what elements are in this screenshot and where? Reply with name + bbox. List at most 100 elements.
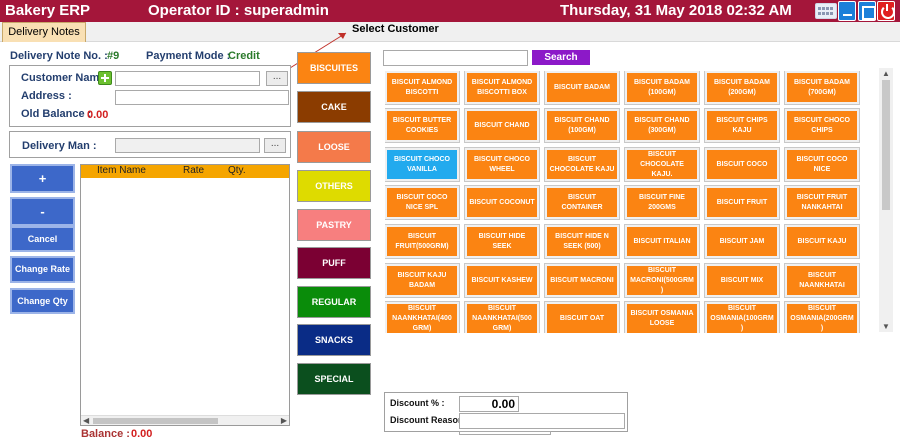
discount-reason-input[interactable] xyxy=(459,413,625,429)
delivery-man-browse-button[interactable]: ... xyxy=(264,138,286,153)
product-button[interactable]: BISCUIT ALMOND BISCOTTI BOX xyxy=(464,71,540,105)
product-button[interactable]: BISCUIT NAANKHATAI(500 GRM) xyxy=(464,301,540,333)
product-button[interactable]: BISCUIT COCO NICE xyxy=(784,147,860,182)
product-button[interactable]: BISCUIT MIX xyxy=(704,263,780,298)
category-pastry-button[interactable]: PASTRY xyxy=(297,209,371,241)
operator-id: Operator ID : superadmin xyxy=(148,2,329,19)
product-button[interactable]: BISCUIT NAANKHATAI xyxy=(784,263,860,298)
product-button[interactable]: BISCUIT OAT xyxy=(544,301,620,333)
product-button[interactable]: BISCUIT FRUIT(500GRM) xyxy=(385,224,460,259)
keyboard-icon[interactable] xyxy=(815,3,837,19)
col-qty: Qty. xyxy=(228,165,246,176)
product-button[interactable]: BISCUIT CHOCO WHEEL xyxy=(464,147,540,182)
product-button[interactable]: BISCUIT CHOCOLATE KAJU. xyxy=(624,147,700,182)
product-button[interactable]: BISCUIT MACRONI(500GRM ) xyxy=(624,263,700,298)
category-special-button[interactable]: SPECIAL xyxy=(297,363,371,395)
scroll-up-icon[interactable]: ▲ xyxy=(882,69,890,78)
add-qty-button[interactable]: + xyxy=(10,164,75,193)
scroll-left-icon[interactable]: ◀ xyxy=(83,416,89,425)
title-bar: Bakery ERP Operator ID : superadmin Thur… xyxy=(0,0,900,22)
scroll-down-icon[interactable]: ▼ xyxy=(882,322,890,331)
cancel-button[interactable]: Cancel xyxy=(10,226,75,252)
delivery-note-label: Delivery Note No. : xyxy=(10,50,108,62)
product-button[interactable]: BISCUIT CONTAINER xyxy=(544,185,620,220)
product-button[interactable]: BISCUIT BADAM xyxy=(544,71,620,105)
tab-strip: Delivery Notes xyxy=(0,22,900,42)
payment-mode-value: Credit xyxy=(228,50,260,62)
product-button[interactable]: BISCUIT COCONUT xyxy=(464,185,540,220)
customer-name-label: Customer Name xyxy=(21,72,106,84)
address-input[interactable] xyxy=(115,90,289,105)
product-button[interactable]: BISCUIT ALMOND BISCOTTI xyxy=(385,71,460,105)
search-input[interactable] xyxy=(383,50,528,66)
product-button[interactable]: BISCUIT ITALIAN xyxy=(624,224,700,259)
product-button[interactable]: BISCUIT BADAM (200GM) xyxy=(704,71,780,105)
power-button[interactable] xyxy=(877,1,895,21)
product-button[interactable]: BISCUIT CHOCO VANILLA xyxy=(385,147,460,182)
category-puff-button[interactable]: PUFF xyxy=(297,247,371,279)
grid-header: Item Name Rate Qty. xyxy=(81,165,289,178)
delivery-man-input[interactable] xyxy=(115,138,260,153)
address-label: Address : xyxy=(21,90,72,102)
category-others-button[interactable]: OTHERS xyxy=(297,170,371,202)
product-button[interactable]: BISCUIT COCO xyxy=(704,147,780,182)
product-button[interactable]: BISCUIT CHIPS KAJU xyxy=(704,108,780,143)
maximize-button[interactable] xyxy=(858,1,876,21)
remove-qty-button[interactable]: - xyxy=(10,197,75,226)
delivery-note-number: #9 xyxy=(107,50,120,62)
product-button[interactable]: BISCUIT CHOCOLATE KAJU xyxy=(544,147,620,182)
product-button[interactable]: BISCUIT MACRONI xyxy=(544,263,620,298)
delivery-man-label: Delivery Man : xyxy=(22,140,97,152)
product-button[interactable]: BISCUIT FINE 200GMS xyxy=(624,185,700,220)
tab-delivery-notes[interactable]: Delivery Notes xyxy=(2,22,86,42)
product-button[interactable]: BISCUIT KAJU BADAM xyxy=(385,263,460,298)
product-button[interactable]: BISCUIT FRUIT NANKAHTAI xyxy=(784,185,860,220)
item-grid[interactable]: Item Name Rate Qty. ◀ ▶ xyxy=(80,164,290,426)
product-button[interactable]: BISCUIT BADAM (700GM) xyxy=(784,71,860,105)
add-customer-icon[interactable] xyxy=(98,71,112,85)
category-snacks-button[interactable]: SNACKS xyxy=(297,324,371,356)
product-grid: BISCUIT ALMOND BISCOTTI BISCUIT ALMOND BI… xyxy=(385,71,875,333)
minimize-button[interactable] xyxy=(838,1,856,21)
product-scrollbar[interactable]: ▲ ▼ xyxy=(879,68,893,332)
discount-percent-input[interactable]: 0.00 xyxy=(459,396,519,412)
product-button[interactable]: BISCUIT KAJU xyxy=(784,224,860,259)
category-loose-button[interactable]: LOOSE xyxy=(297,131,371,163)
product-button[interactable]: BISCUIT HIDE N SEEK (500) xyxy=(544,224,620,259)
select-customer-callout: Select Customer xyxy=(352,23,439,35)
old-balance-value: 0.00 xyxy=(87,109,109,121)
product-button[interactable]: BISCUIT CHAND (300GM) xyxy=(624,108,700,143)
old-balance-label: Old Balance : xyxy=(21,108,92,120)
product-button[interactable]: BISCUIT BADAM (100GM) xyxy=(624,71,700,105)
scroll-right-icon[interactable]: ▶ xyxy=(281,416,287,425)
grid-horizontal-scrollbar[interactable]: ◀ ▶ xyxy=(81,415,289,425)
product-scroll-thumb[interactable] xyxy=(882,80,890,210)
category-biscuites-button[interactable]: BISCUITES xyxy=(297,52,371,84)
product-button[interactable]: BISCUIT CHAND xyxy=(464,108,540,143)
product-button[interactable]: BISCUIT KASHEW xyxy=(464,263,540,298)
product-button[interactable]: BISCUIT OSMANIA(200GRM ) xyxy=(784,301,860,333)
balance-value: 0.00 xyxy=(131,428,153,440)
scroll-thumb[interactable] xyxy=(93,418,218,424)
search-button[interactable]: Search xyxy=(532,50,590,65)
col-item-name: Item Name xyxy=(97,165,146,176)
category-cake-button[interactable]: CAKE xyxy=(297,91,371,123)
product-button[interactable]: BISCUIT OSMANIA LOOSE xyxy=(624,301,700,333)
product-button[interactable]: BISCUIT CHAND (100GM) xyxy=(544,108,620,143)
change-rate-button[interactable]: Change Rate xyxy=(10,256,75,283)
product-button[interactable]: BISCUIT FRUIT xyxy=(704,185,780,220)
product-button[interactable]: BISCUIT NAANKHATAI(400 GRM) xyxy=(385,301,460,333)
customer-browse-button[interactable]: ... xyxy=(266,71,288,86)
col-rate: Rate xyxy=(183,165,205,176)
payment-mode-label: Payment Mode : xyxy=(146,50,231,62)
change-qty-button[interactable]: Change Qty xyxy=(10,288,75,314)
product-button[interactable]: BISCUIT BUTTER COOKIES xyxy=(385,108,460,143)
product-button[interactable]: BISCUIT COCO NICE SPL xyxy=(385,185,460,220)
product-button[interactable]: BISCUIT HIDE SEEK xyxy=(464,224,540,259)
product-button[interactable]: BISCUIT JAM xyxy=(704,224,780,259)
product-button[interactable]: BISCUIT CHOCO CHIPS xyxy=(784,108,860,143)
product-button[interactable]: BISCUIT OSMANIA(100GRM ) xyxy=(704,301,780,333)
category-regular-button[interactable]: REGULAR xyxy=(297,286,371,318)
operator-label: Operator ID : xyxy=(148,2,244,19)
customer-name-input[interactable] xyxy=(115,71,260,86)
